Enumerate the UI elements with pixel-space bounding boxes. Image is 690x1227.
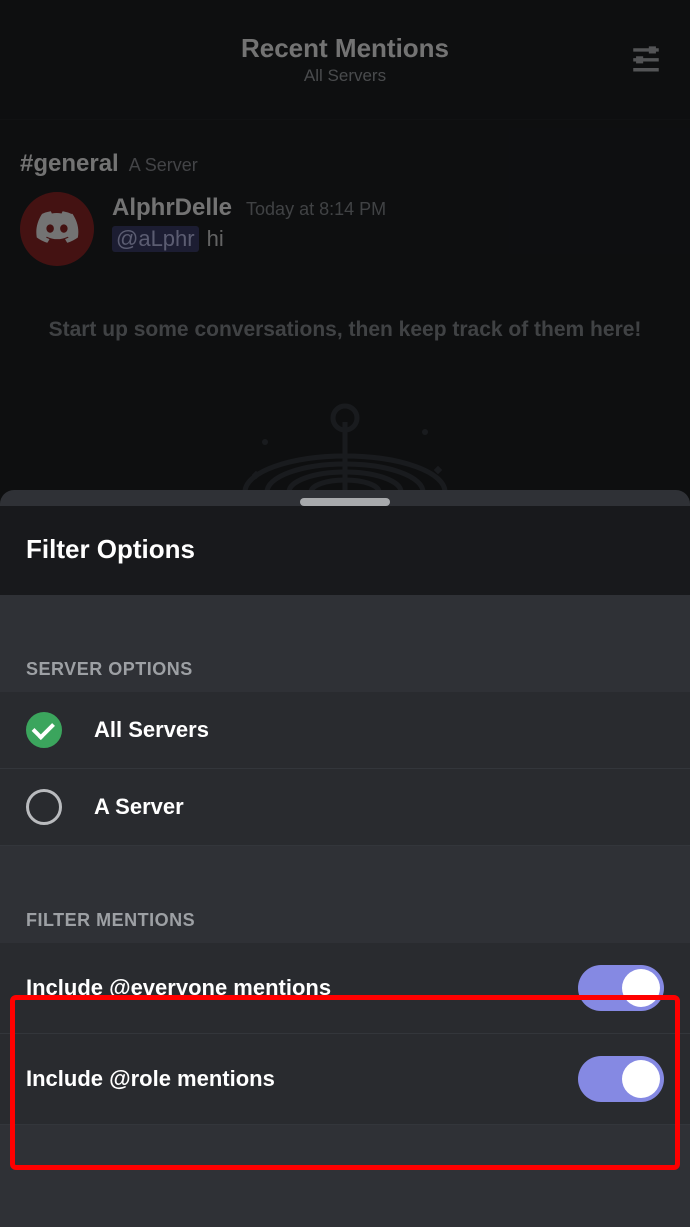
sheet-grabber[interactable] [300,498,390,506]
toggle-label: Include @role mentions [26,1066,275,1092]
server-option-a-server[interactable]: A Server [0,769,690,846]
toggle-label: Include @everyone mentions [26,975,331,1001]
toggle-switch-on[interactable] [578,965,664,1011]
radio-unchecked-icon [26,789,62,825]
filter-options-sheet: Filter Options SERVER OPTIONS All Server… [0,490,690,1227]
include-role-row[interactable]: Include @role mentions [0,1034,690,1125]
radio-checked-icon [26,712,62,748]
sheet-header: Filter Options [0,506,690,595]
server-option-label: All Servers [84,717,209,743]
filter-mentions-label: FILTER MENTIONS [0,910,690,943]
server-options-label: SERVER OPTIONS [0,659,690,692]
toggle-switch-on[interactable] [578,1056,664,1102]
server-option-label: A Server [84,794,184,820]
include-everyone-row[interactable]: Include @everyone mentions [0,943,690,1034]
server-option-all[interactable]: All Servers [0,692,690,769]
sheet-title: Filter Options [26,534,664,565]
